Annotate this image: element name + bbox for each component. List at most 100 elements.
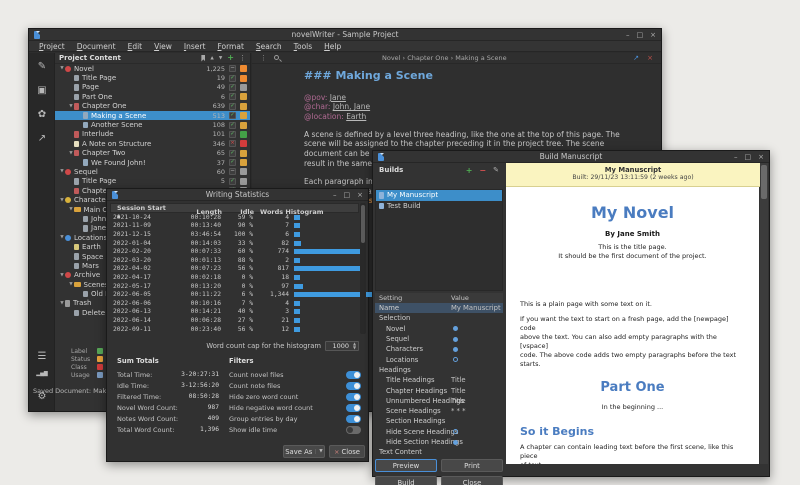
stats-icon[interactable]: ▂▅▇ [29, 371, 55, 377]
stats-row[interactable]: 2022-01-0400:14:0333 %82 [110, 239, 359, 248]
tree-item-title-page[interactable]: Title Page19✓ [55, 73, 250, 82]
setting-row-characters[interactable]: Characters [375, 344, 503, 354]
setting-row-novel[interactable]: Novel [375, 324, 503, 334]
minimize-icon[interactable]: – [734, 151, 738, 163]
project-tree-icon[interactable]: ▣ [29, 85, 55, 96]
stats-row[interactable]: 2022-06-1400:06:2827 %21 [110, 316, 359, 325]
include-checkbox[interactable]: ✓ [229, 93, 236, 100]
tree-item-title-page[interactable]: Title Page5✓ [55, 177, 250, 186]
maximize-icon[interactable]: □ [637, 29, 644, 41]
cap-value[interactable]: 1000 [326, 342, 351, 350]
search-icon[interactable] [274, 55, 279, 60]
tree-item-chapter-one[interactable]: ▼Chapter One639✓ [55, 102, 250, 111]
minimize-icon[interactable]: – [626, 29, 630, 41]
toggle-count-novel-files[interactable] [346, 371, 361, 379]
add-item-icon[interactable]: + [227, 54, 234, 62]
menu-project[interactable]: Project [33, 41, 71, 52]
build-button[interactable]: Build [375, 476, 437, 485]
include-checkbox[interactable]: − [229, 65, 236, 72]
toggle-show-idle-time[interactable] [346, 426, 361, 434]
grip-dots-icon[interactable]: ⋮ [260, 54, 267, 62]
edit-build-icon[interactable]: ✎ [493, 166, 499, 174]
toggle-hide-zero-word-count[interactable] [346, 393, 361, 401]
preview-button[interactable]: Preview [375, 459, 437, 472]
close-icon[interactable]: × [357, 189, 363, 201]
expand-editor-icon[interactable]: ↗ [633, 53, 639, 64]
menu-help[interactable]: Help [318, 41, 347, 52]
maximize-icon[interactable]: □ [745, 151, 752, 163]
tree-item-making-a-scene[interactable]: Making a Scene513✓ [55, 111, 250, 120]
remove-build-icon[interactable]: − [479, 166, 486, 175]
close-button[interactable]: ×Close [329, 445, 365, 458]
setting-row-hide-section-headings[interactable]: Hide Section Headings [375, 437, 503, 447]
include-checkbox[interactable]: ✓ [229, 122, 236, 129]
setting-row-section-headings[interactable]: Section Headings [375, 416, 503, 426]
setting-row-name[interactable]: NameMy Manuscript [375, 303, 503, 313]
setting-row-title-headings[interactable]: Title HeadingsTitle [375, 375, 503, 385]
main-titlebar[interactable]: novelWriter - Sample Project – □ × [29, 29, 661, 41]
tree-item-novel[interactable]: ▼Novel1,225− [55, 64, 250, 73]
include-checkbox[interactable]: ✓ [229, 150, 236, 157]
cap-spinner[interactable]: 1000 ▲▼ [325, 341, 359, 351]
stats-row[interactable]: 2022-02-2000:07:3360 %774 [110, 247, 359, 256]
menu-search[interactable]: Search [250, 41, 288, 52]
include-checkbox[interactable]: ✓ [229, 75, 236, 82]
tree-item-chapter-two[interactable]: ▼Chapter Two65✓ [55, 149, 250, 158]
preview-scrollbar[interactable] [760, 163, 768, 464]
stats-row[interactable]: 2022-06-0500:11:226 %1,344 [110, 290, 359, 299]
stats-scrollbar[interactable] [360, 203, 366, 334]
build-item-test-build[interactable]: Test Build [376, 201, 502, 212]
menu-insert[interactable]: Insert [178, 41, 212, 52]
close-icon[interactable]: × [650, 29, 656, 41]
stats-row[interactable]: 2022-06-0600:10:167 %4 [110, 299, 359, 308]
setting-row-hide-scene-headings[interactable]: Hide Scene Headings [375, 427, 503, 437]
include-checkbox[interactable]: ✓ [229, 103, 236, 110]
stats-row[interactable]: 2022-03-2000:01:1388 %2 [110, 256, 359, 265]
setting-row-locations[interactable]: Locations [375, 354, 503, 364]
chevron-up-icon[interactable]: ▲ [210, 56, 213, 61]
spinner-arrows-icon[interactable]: ▲▼ [351, 342, 358, 350]
minimize-icon[interactable]: – [333, 189, 337, 201]
stats-row[interactable]: 2022-06-1300:14:2140 %3 [110, 308, 359, 317]
list-icon[interactable]: ☰ [29, 351, 55, 362]
build-item-my-manuscript[interactable]: My Manuscript [376, 190, 502, 201]
close-icon[interactable]: × [758, 151, 764, 163]
chevron-down-icon[interactable]: ▼ [219, 56, 222, 61]
include-checkbox[interactable]: × [229, 140, 236, 147]
menu-document[interactable]: Document [71, 41, 122, 52]
stats-titlebar[interactable]: Writing Statistics – □ × [107, 189, 368, 201]
tree-item-page[interactable]: Page49✓ [55, 83, 250, 92]
tree-item-sequel[interactable]: ▼Sequel60− [55, 167, 250, 176]
tree-item-we-found-john[interactable]: We Found John!37✓ [55, 158, 250, 167]
setting-row-scene-headings[interactable]: Scene Headings* * * [375, 406, 503, 416]
include-checkbox[interactable]: ✓ [229, 178, 236, 185]
menu-format[interactable]: Format [211, 41, 249, 52]
print-button[interactable]: Print [441, 459, 503, 472]
stats-row[interactable]: 2022-05-1700:13:200 %97 [110, 282, 359, 291]
stats-row[interactable]: 2021-11-0900:13:4090 %7 [110, 222, 359, 231]
include-checkbox[interactable]: ✓ [229, 112, 236, 119]
sessions-table-header[interactable]: Session Start ▴ Length Idle Words Histog… [110, 203, 359, 213]
include-checkbox[interactable]: ✓ [229, 159, 236, 166]
add-build-icon[interactable]: + [466, 166, 473, 175]
stats-row[interactable]: 2021-12-1503:46:54100 %6 [110, 230, 359, 239]
toggle-hide-negative-word-count[interactable] [346, 404, 361, 412]
setting-row-text-content[interactable]: Text Content [375, 447, 503, 457]
setting-row-chapter-headings[interactable]: Chapter HeadingsTitle [375, 385, 503, 395]
stats-row[interactable]: 2022-09-1100:23:4056 %12 [110, 325, 359, 334]
outline-view-icon[interactable]: ↗ [29, 133, 55, 144]
include-checkbox[interactable]: ✓ [229, 84, 236, 91]
tree-item-part-one[interactable]: Part One6✓ [55, 92, 250, 101]
bookmark-icon[interactable] [201, 55, 205, 62]
menu-tools[interactable]: Tools [288, 41, 318, 52]
include-checkbox[interactable]: − [229, 168, 236, 175]
menu-edit[interactable]: Edit [122, 41, 149, 52]
setting-row-unnumbered-headings[interactable]: Unnumbered HeadingsTitle [375, 396, 503, 406]
toggle-count-note-files[interactable] [346, 382, 361, 390]
tree-item-another-scene[interactable]: Another Scene108✓ [55, 120, 250, 129]
tree-item-a-note-on-structure[interactable]: A Note on Structure346× [55, 139, 250, 148]
maximize-icon[interactable]: □ [344, 189, 351, 201]
menu-view[interactable]: View [148, 41, 178, 52]
edit-document-icon[interactable]: ✎ [29, 61, 55, 72]
build-titlebar[interactable]: Build Manuscript – □ × [373, 151, 769, 163]
